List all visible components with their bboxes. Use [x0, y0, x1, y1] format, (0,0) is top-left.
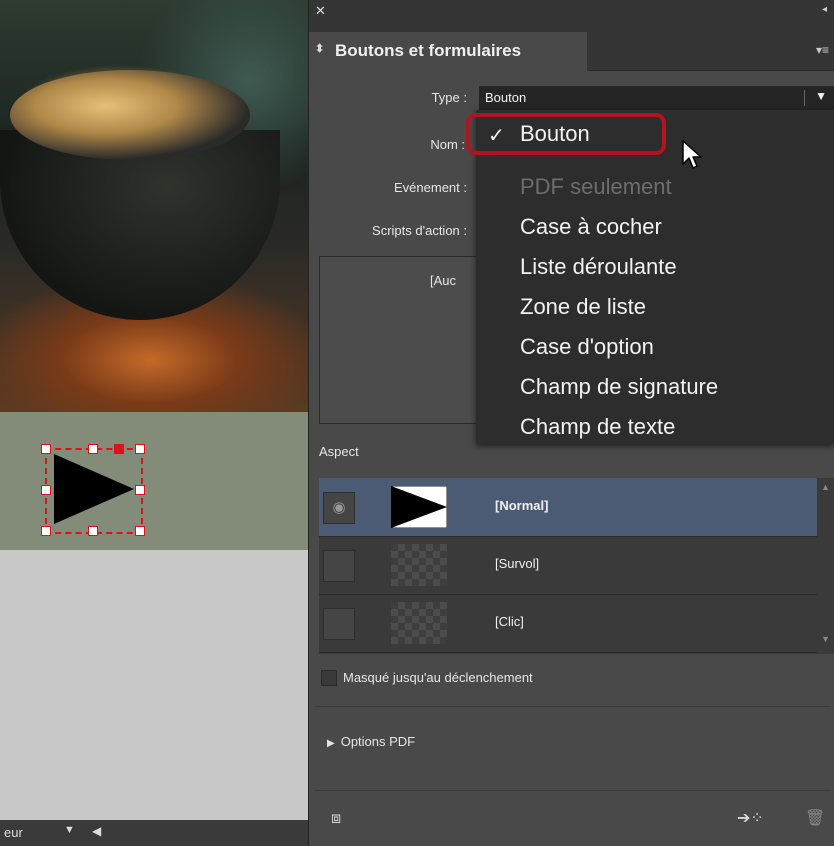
- type-label: Type :: [431, 90, 467, 105]
- state-thumbnail: [391, 486, 447, 528]
- hidden-until-triggered-checkbox[interactable]: [321, 670, 337, 686]
- chevron-down-icon[interactable]: ▼: [64, 824, 75, 836]
- state-label: [Clic]: [495, 614, 524, 629]
- illustration-image: [0, 0, 308, 412]
- actions-list[interactable]: [Auc: [319, 256, 487, 424]
- preview-icon[interactable]: ⧈: [331, 810, 341, 828]
- type-select[interactable]: Bouton ▼: [479, 86, 834, 110]
- panel-menu-icon[interactable]: ▾≡: [816, 43, 829, 57]
- tab-strip: ▾≡: [587, 32, 834, 71]
- triangle-left-icon[interactable]: ◀: [92, 824, 101, 838]
- state-label: [Survol]: [495, 556, 540, 571]
- selection-handle[interactable]: [88, 526, 98, 536]
- scrollbar[interactable]: ▲ ▼: [817, 478, 834, 654]
- selection-handle[interactable]: [135, 485, 145, 495]
- selection-frame[interactable]: [45, 448, 143, 534]
- state-row-rollover[interactable]: [Survol]: [319, 536, 817, 595]
- selection-handle[interactable]: [41, 526, 51, 536]
- menu-item-list-box[interactable]: Zone de liste: [520, 294, 646, 320]
- scroll-up-icon[interactable]: ▲: [821, 482, 830, 492]
- panel-tab[interactable]: ⬍ Boutons et formulaires: [309, 32, 587, 70]
- selection-handle[interactable]: [88, 444, 98, 454]
- document-canvas[interactable]: eur ▼ ◀: [0, 0, 308, 846]
- type-select-value: Bouton: [485, 90, 527, 105]
- panel-title: Boutons et formulaires: [335, 41, 522, 60]
- state-label: [Normal]: [495, 498, 549, 513]
- document-status-bar: eur ▼ ◀: [0, 820, 308, 846]
- menu-item-checkbox[interactable]: Case à cocher: [520, 214, 662, 240]
- highlight-annotation: [466, 113, 666, 155]
- cauldron-brew: [10, 70, 250, 160]
- menu-item-combo-box[interactable]: Liste déroulante: [520, 254, 677, 280]
- divider: [315, 790, 831, 791]
- mouse-cursor-icon: [682, 140, 702, 169]
- selection-handle[interactable]: [114, 444, 124, 454]
- actions-label: Scripts d'action :: [372, 223, 467, 238]
- divider: [315, 706, 831, 707]
- eye-toggle-empty[interactable]: [323, 550, 355, 582]
- menu-item-pdf-only: PDF seulement: [520, 174, 672, 199]
- state-row-normal[interactable]: ◉ [Normal]: [319, 478, 817, 537]
- menu-item-text-field[interactable]: Champ de texte: [520, 414, 675, 440]
- chevron-down-icon: ▼: [815, 89, 827, 103]
- status-label: eur: [4, 825, 23, 840]
- eye-toggle-empty[interactable]: [323, 608, 355, 640]
- eye-icon[interactable]: ◉: [323, 492, 355, 524]
- aspect-label: Aspect: [319, 444, 359, 459]
- close-icon[interactable]: ✕: [315, 4, 326, 18]
- pdf-options-toggle[interactable]: ▶ Options PDF: [327, 734, 415, 749]
- trash-icon[interactable]: 🗑: [805, 808, 825, 828]
- scroll-down-icon[interactable]: ▼: [821, 634, 830, 644]
- hidden-until-triggered-label: Masqué jusqu'au déclenchement: [343, 670, 533, 685]
- selection-handle[interactable]: [135, 526, 145, 536]
- state-thumbnail-empty: [391, 544, 447, 586]
- pdf-options-label: Options PDF: [340, 734, 416, 749]
- name-label: Nom :: [430, 137, 465, 152]
- disclosure-triangle-icon: ▶: [327, 738, 335, 749]
- event-label: Evénement :: [394, 180, 467, 195]
- state-row-click[interactable]: [Clic]: [319, 594, 817, 653]
- aspect-states-list[interactable]: ◉ [Normal] [Survol] [Clic]: [319, 478, 819, 654]
- selection-handle[interactable]: [135, 444, 145, 454]
- panel-title-bar: ✕ ◂: [309, 0, 834, 34]
- pasteboard: [0, 550, 308, 820]
- actions-placeholder: [Auc: [430, 273, 457, 288]
- collapse-icon[interactable]: ◂: [822, 4, 827, 15]
- convert-to-button-icon[interactable]: ➔⁘: [737, 808, 764, 828]
- updown-arrows-icon[interactable]: ⬍: [315, 42, 324, 55]
- select-separator: [804, 90, 805, 106]
- state-thumbnail-empty: [391, 602, 447, 644]
- selection-handle[interactable]: [41, 485, 51, 495]
- menu-item-radio-button[interactable]: Case d'option: [520, 334, 654, 360]
- menu-item-signature-field[interactable]: Champ de signature: [520, 374, 718, 400]
- type-dropdown-menu[interactable]: ✓ Bouton PDF seulement Case à cocher Lis…: [476, 110, 834, 444]
- selection-handle[interactable]: [41, 444, 51, 454]
